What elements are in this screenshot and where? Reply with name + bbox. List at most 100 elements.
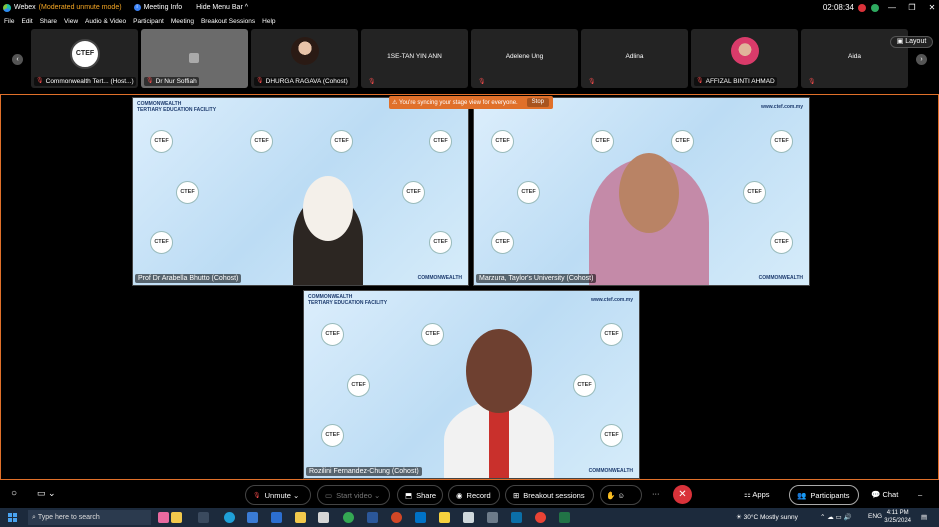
participant-tile[interactable]: Adelene Ung 🎙: [471, 29, 578, 88]
ctef-badge: CTEF: [491, 130, 514, 153]
chrome-icon[interactable]: [535, 512, 546, 523]
mic-muted-icon: 🎙: [256, 78, 264, 84]
share-button[interactable]: ⬒ Share: [397, 485, 443, 505]
share-label: Share: [416, 490, 437, 500]
menu-file[interactable]: File: [4, 18, 14, 25]
participant-tile[interactable]: 1SE-TAN YIN ANN 🎙: [361, 29, 468, 88]
record-icon: ◉: [456, 490, 463, 500]
ctef-badge: CTEF: [250, 130, 273, 153]
ctef-brand: COMMONWEALTH TERTIARY EDUCATION FACILITY: [137, 101, 216, 113]
participant-name-text: Aida: [847, 53, 861, 60]
start-video-button[interactable]: ▭ Start video ⌄: [317, 485, 390, 505]
overflow-icon[interactable]: –: [918, 490, 922, 499]
menu-help[interactable]: Help: [262, 18, 275, 25]
stop-sync-button[interactable]: Stop: [526, 98, 549, 107]
layout-button[interactable]: ▣ Layout: [890, 36, 933, 48]
edge-browser-icon[interactable]: [224, 512, 235, 523]
video-tile[interactable]: COMMONWEALTH TERTIARY EDUCATION FACILITY …: [303, 290, 640, 479]
layout-icon: ▣: [896, 38, 906, 45]
strip-prev-button[interactable]: ‹: [12, 54, 23, 65]
weather-text: 30°C Mostly sunny: [743, 514, 798, 521]
speaker-scarf: [489, 406, 509, 478]
captions-menu-icon[interactable]: ▭ ⌄: [37, 488, 56, 499]
security-shield-icon[interactable]: [871, 3, 879, 12]
windows-start-icon[interactable]: [8, 513, 17, 522]
flowers-widget-icon[interactable]: [158, 512, 169, 523]
hand-reaction-button[interactable]: ✋ ☺: [600, 485, 642, 505]
menu-view[interactable]: View: [64, 18, 78, 25]
close-window-button[interactable]: ✕: [925, 3, 939, 12]
participant-tile[interactable]: 🎙 Dr Nur Soffiah: [141, 29, 248, 88]
menu-breakout-sessions[interactable]: Breakout Sessions: [201, 18, 255, 25]
breakout-sessions-button[interactable]: ⊞ Breakout sessions: [505, 485, 594, 505]
ctef-url: www.ctef.com.my: [760, 104, 803, 110]
menu-edit[interactable]: Edit: [21, 18, 32, 25]
participant-name: 🎙 DHURGA RAGAVA (Cohost): [254, 77, 350, 86]
participant-tile[interactable]: Adlina 🎙: [581, 29, 688, 88]
breakout-grid-icon: ⊞: [513, 490, 520, 500]
weather-widget[interactable]: ☀ 30°C Mostly sunny: [736, 513, 798, 521]
tray-icons[interactable]: ⌃ ☁ ▭ 🔊: [820, 513, 852, 521]
video-tile[interactable]: www.ctef.com.my CTEF CTEF CTEF CTEF CTEF…: [473, 97, 810, 286]
ctef-url: www.ctef.com.my: [590, 297, 633, 303]
strip-next-button[interactable]: ›: [916, 54, 927, 65]
webex-taskbar-icon[interactable]: [511, 512, 522, 523]
participant-tile[interactable]: 🎙 AFFIZAL BINTI AHMAD: [691, 29, 798, 88]
search-placeholder: Type here to search: [37, 514, 100, 521]
record-button[interactable]: ◉ Record: [448, 485, 500, 505]
notifications-icon[interactable]: ▤: [921, 513, 927, 521]
language-indicator[interactable]: ENG: [868, 513, 882, 520]
flowers-widget-icon[interactable]: [171, 512, 182, 523]
chat-label: Chat: [882, 490, 899, 499]
word-icon[interactable]: [367, 512, 378, 523]
powerpoint-icon[interactable]: [391, 512, 402, 523]
participant-tile[interactable]: 🎙 DHURGA RAGAVA (Cohost): [251, 29, 358, 88]
sticky-notes-icon[interactable]: [439, 512, 450, 523]
hide-menu-bar-button[interactable]: Hide Menu Bar ^: [196, 4, 248, 11]
store-icon[interactable]: [247, 512, 258, 523]
end-meeting-button[interactable]: ✕: [673, 485, 692, 504]
participant-tile[interactable]: CTEF 🎙 Commonwealth Tert... (Host...): [31, 29, 138, 88]
mic-muted-icon: 🎙: [696, 78, 704, 84]
webex-window: Webex (Moderated unmute mode) i Meeting …: [0, 0, 939, 527]
teams-icon[interactable]: [271, 512, 282, 523]
calculator-icon[interactable]: [487, 512, 498, 523]
avatar: [731, 37, 759, 65]
layout-label: Layout: [905, 38, 927, 45]
chrome-icon[interactable]: [343, 512, 354, 523]
file-explorer-icon[interactable]: [295, 512, 306, 523]
chat-button[interactable]: 💬 Chat: [871, 490, 898, 499]
ctef-badge: CTEF: [347, 374, 370, 397]
menu-participant[interactable]: Participant: [133, 18, 164, 25]
more-options-button[interactable]: ···: [652, 489, 660, 498]
ctef-badge: CTEF: [671, 130, 694, 153]
video-tile[interactable]: COMMONWEALTH TERTIARY EDUCATION FACILITY …: [132, 97, 469, 286]
video-camera-icon: ▭: [325, 490, 333, 500]
ctef-badge: CTEF: [429, 231, 452, 254]
unmute-button[interactable]: 🎙 Unmute ⌄: [245, 485, 311, 505]
ctef-badge: CTEF: [150, 231, 173, 254]
speaker-head: [619, 153, 679, 233]
apps-button[interactable]: ⚏ Apps: [744, 490, 770, 499]
reactions-icon[interactable]: ○: [11, 488, 17, 499]
participants-button[interactable]: 👥 Participants: [789, 485, 859, 505]
photos-icon[interactable]: [318, 512, 329, 523]
meeting-info-button[interactable]: i Meeting Info: [133, 4, 182, 11]
minimize-button[interactable]: —: [885, 3, 899, 12]
menu-audio-video[interactable]: Audio & Video: [85, 18, 126, 25]
snipping-tool-icon[interactable]: [463, 512, 474, 523]
task-view-icon[interactable]: [198, 512, 209, 523]
recording-indicator-icon[interactable]: [858, 3, 866, 12]
webex-logo-icon: [3, 3, 11, 12]
menu-meeting[interactable]: Meeting: [171, 18, 194, 25]
taskbar-search[interactable]: ⌕ Type here to search: [28, 510, 151, 525]
menu-share[interactable]: Share: [40, 18, 57, 25]
sync-message: You're syncing your stage view for every…: [399, 99, 518, 106]
outlook-icon[interactable]: [415, 512, 426, 523]
ctef-badge: CTEF: [491, 231, 514, 254]
maximize-button[interactable]: ❐: [905, 3, 919, 12]
excel-icon[interactable]: [559, 512, 570, 523]
taskbar-clock[interactable]: 4:11 PM 3/25/2024: [884, 509, 911, 525]
participant-name: 🎙 Commonwealth Tert... (Host...): [34, 77, 136, 86]
participant-name-text: Adlina: [625, 53, 644, 60]
